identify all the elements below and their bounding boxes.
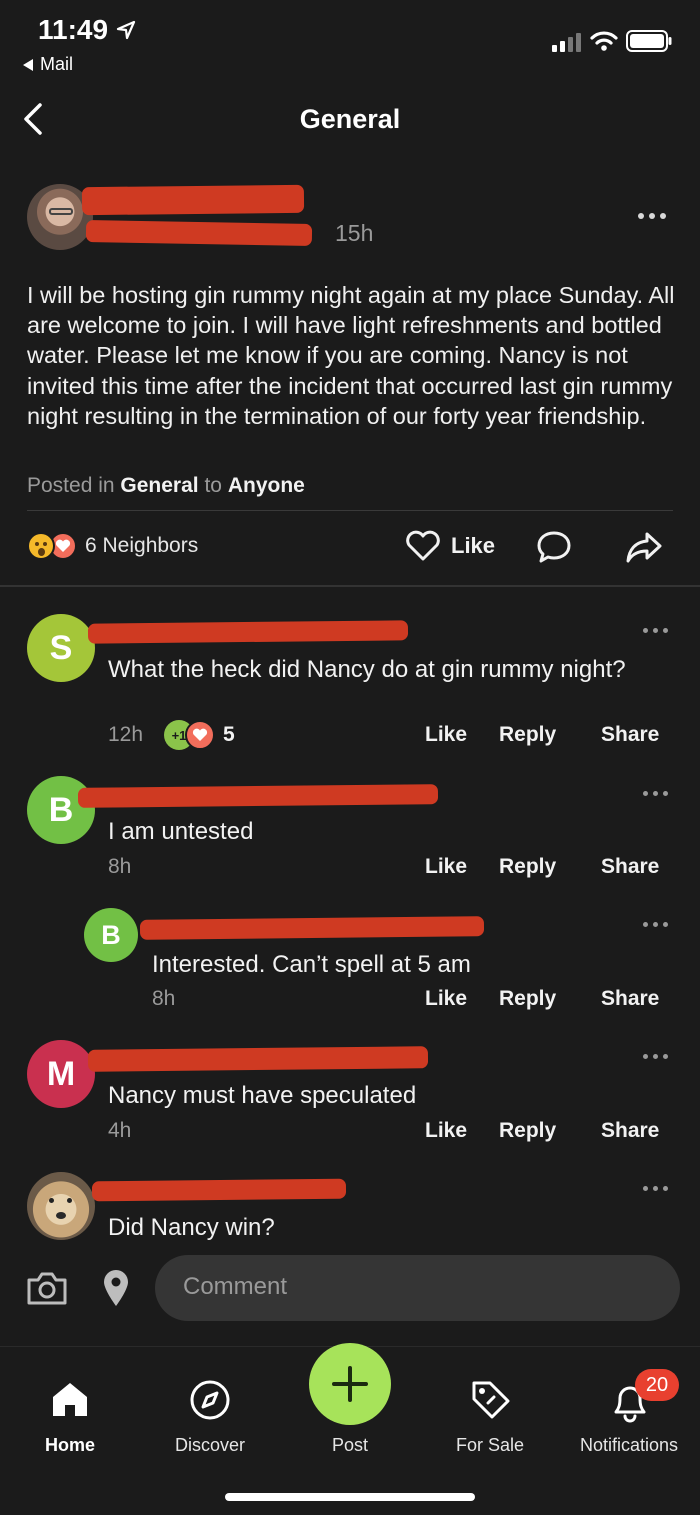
comment-text: What the heck did Nancy do at gin rummy … [108, 656, 626, 683]
divider [27, 510, 673, 511]
post-more-options-icon[interactable] [638, 213, 666, 219]
comment-more-options-icon[interactable] [643, 791, 668, 796]
location-pin-icon[interactable] [102, 1268, 130, 1308]
reactions-count-label: 6 Neighbors [85, 534, 199, 557]
comment-bubble-icon[interactable] [536, 529, 572, 565]
page-title: General [299, 104, 401, 134]
post-reactions[interactable]: 6 Neighbors [27, 532, 198, 560]
plus-icon [332, 1366, 368, 1402]
nav-home-label: Home [44, 1435, 95, 1455]
location-arrow-icon [116, 20, 136, 40]
comment-reactions[interactable]: +1 5 [164, 720, 235, 750]
redacted-author-name [81, 184, 305, 216]
status-bar: 11:49 Mail [0, 0, 700, 80]
redacted-commenter-name [87, 620, 409, 644]
reply-reply-button[interactable]: Reply [499, 987, 556, 1011]
comment-share-button[interactable]: Share [601, 723, 659, 747]
commenter-avatar[interactable]: M [27, 1040, 95, 1108]
post-body: I will be hosting gin rummy night again … [27, 282, 675, 429]
comment-placeholder: Comment [183, 1273, 288, 1300]
posted-in-prefix: Posted in [27, 474, 115, 497]
comment-reply-button[interactable]: Reply [499, 723, 556, 747]
comment-time: 8h [108, 855, 132, 878]
post-plus-button[interactable] [309, 1343, 391, 1425]
battery-icon [626, 30, 672, 52]
post-like-button[interactable]: Like [405, 530, 495, 562]
comment-reply-button[interactable]: Reply [499, 1119, 556, 1143]
commenter-avatar[interactable]: S [27, 614, 95, 682]
comment-share-button[interactable]: Share [601, 855, 659, 879]
commenter-photo-avatar[interactable] [27, 1172, 95, 1240]
comment-text: Did Nancy win? [108, 1214, 275, 1241]
back-to-mail-link[interactable]: Mail [22, 54, 73, 75]
comment-input[interactable]: Comment [155, 1255, 680, 1321]
redacted-neighborhood [85, 220, 313, 246]
comment-like-button[interactable]: Like [425, 723, 467, 747]
comment-time: 4h [108, 1119, 132, 1142]
home-indicator [225, 1493, 475, 1501]
home-icon [53, 1383, 87, 1416]
posted-in-channel[interactable]: General [120, 474, 198, 497]
back-app-label: Mail [40, 54, 74, 74]
comment-more-options-icon[interactable] [643, 1186, 668, 1191]
section-divider [0, 585, 700, 587]
commenter-avatar[interactable]: B [27, 776, 95, 844]
camera-icon[interactable] [25, 1270, 69, 1306]
redacted-commenter-name [77, 784, 439, 808]
redacted-commenter-name [91, 1178, 347, 1202]
comment-reply-button[interactable]: Reply [499, 855, 556, 879]
avatar-initial: B [101, 919, 121, 950]
signal-icon [552, 33, 581, 52]
redacted-commenter-name [139, 916, 485, 940]
posted-to-prefix: to [204, 474, 222, 497]
status-time: 11:49 [38, 14, 109, 45]
reply-text: Interested. Can’t spell at 5 am [152, 951, 471, 978]
comment-more-options-icon[interactable] [643, 628, 668, 633]
wifi-icon [590, 31, 618, 51]
comment-share-button[interactable]: Share [601, 1119, 659, 1143]
comment-more-options-icon[interactable] [643, 922, 668, 927]
notifications-badge: 20 [635, 1369, 679, 1401]
reply-share-button[interactable]: Share [601, 987, 659, 1011]
nav-discover-label: Discover [174, 1435, 245, 1455]
reply-avatar[interactable]: B [84, 908, 138, 962]
heart-reaction-icon [185, 720, 215, 750]
nav-for-sale-label: For Sale [455, 1435, 525, 1455]
bottom-nav: Home Discover Post For Sale 20 Notificat… [0, 1343, 700, 1515]
comment-composer: Comment [0, 1250, 700, 1346]
comment-like-button[interactable]: Like [425, 855, 467, 879]
posted-to-audience: Anyone [227, 474, 305, 497]
avatar-initial: B [48, 790, 74, 829]
share-arrow-icon[interactable] [624, 529, 664, 565]
price-tag-icon [472, 1381, 510, 1419]
back-triangle-icon [23, 58, 33, 71]
comment-more-options-icon[interactable] [643, 1054, 668, 1059]
reply-time: 8h [152, 987, 176, 1010]
like-label: Like [451, 533, 496, 558]
comment-text: Nancy must have speculated [108, 1082, 417, 1109]
nav-notifications-label: Notifications [579, 1435, 679, 1455]
post-location-line: Posted in General to Anyone [27, 474, 305, 498]
comment-like-button[interactable]: Like [425, 1119, 467, 1143]
comment-text: I am untested [108, 818, 254, 845]
comment-time: 12h [108, 723, 144, 746]
post-time: 15h [335, 220, 374, 246]
wow-reaction-icon [27, 532, 55, 560]
avatar-initial: M [46, 1054, 76, 1093]
heart-outline-icon [406, 530, 440, 561]
compass-icon [190, 1380, 230, 1420]
reply-like-button[interactable]: Like [425, 987, 467, 1011]
avatar-initial: S [49, 628, 73, 667]
reaction-count: 5 [223, 723, 235, 746]
nav-post-label: Post [331, 1435, 369, 1455]
redacted-commenter-name [87, 1046, 429, 1072]
